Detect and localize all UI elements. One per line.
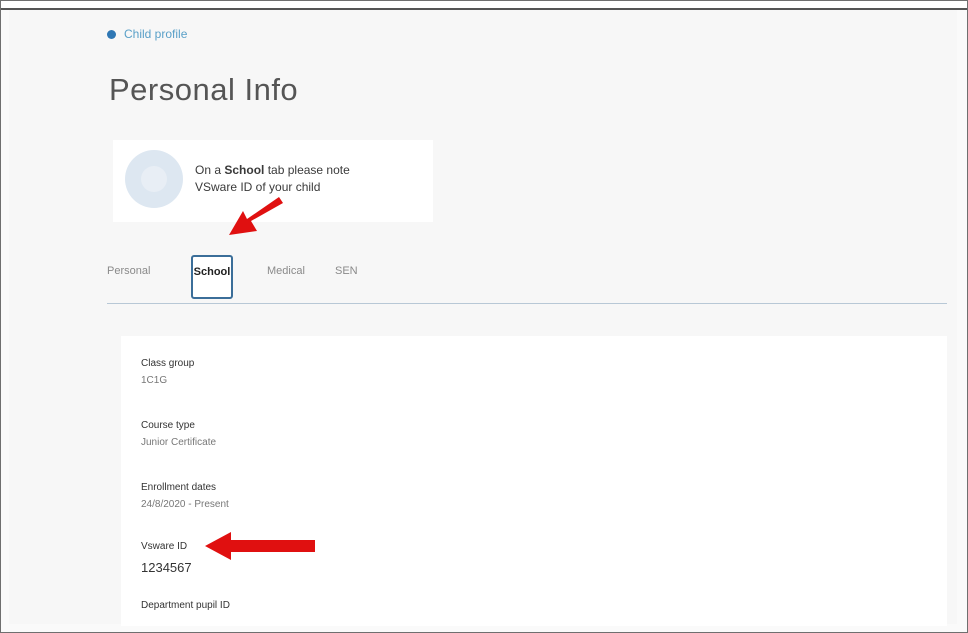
field-enrollment-dates: Enrollment dates 24/8/2020 - Present — [141, 482, 229, 510]
avatar — [125, 150, 183, 208]
window-frame: Child profile Personal Info On a School … — [0, 0, 968, 633]
page-title: Personal Info — [109, 72, 299, 107]
field-label: Class group — [141, 358, 195, 369]
breadcrumb[interactable]: Child profile — [107, 27, 187, 41]
info-card: On a School tab please note VSware ID of… — [113, 140, 433, 222]
tab-sen[interactable]: SEN — [335, 265, 358, 277]
field-course-type: Course type Junior Certificate — [141, 420, 216, 448]
field-label: Enrollment dates — [141, 482, 217, 493]
tab-personal[interactable]: Personal — [107, 265, 150, 277]
vsware-id-value: 1234567 — [141, 560, 192, 575]
tab-school[interactable]: School — [191, 255, 233, 299]
info-card-bold: School — [224, 163, 265, 177]
tab-medical[interactable]: Medical — [267, 265, 305, 277]
field-label: Vsware ID — [141, 541, 188, 552]
field-class-group: Class group 1C1G — [141, 358, 194, 386]
info-card-prefix: On a — [195, 163, 225, 177]
tab-bar: Personal School Medical SEN — [107, 255, 947, 304]
info-card-line2: VSware ID of your child — [195, 180, 321, 194]
field-value: 1C1G — [141, 375, 168, 386]
field-department-pupil-id: Department pupil ID — [141, 600, 230, 617]
top-bar — [1, 1, 967, 10]
breadcrumb-label[interactable]: Child profile — [124, 27, 187, 41]
field-label: Course type — [141, 420, 195, 431]
field-vsware-id: Vsware ID 1234567 — [141, 541, 192, 575]
info-card-text: On a School tab please note VSware ID of… — [195, 162, 425, 196]
avatar-placeholder-icon — [141, 166, 167, 192]
breadcrumb-dot-icon — [107, 29, 116, 39]
field-label: Department pupil ID — [141, 600, 230, 611]
info-card-suffix: tab please note — [264, 163, 350, 177]
field-value: 24/8/2020 - Present — [141, 499, 229, 510]
main-content: Child profile Personal Info On a School … — [9, 10, 957, 626]
school-details-panel: Class group 1C1G Course type Junior Cert… — [121, 336, 947, 626]
field-value: Junior Certificate — [141, 437, 217, 448]
